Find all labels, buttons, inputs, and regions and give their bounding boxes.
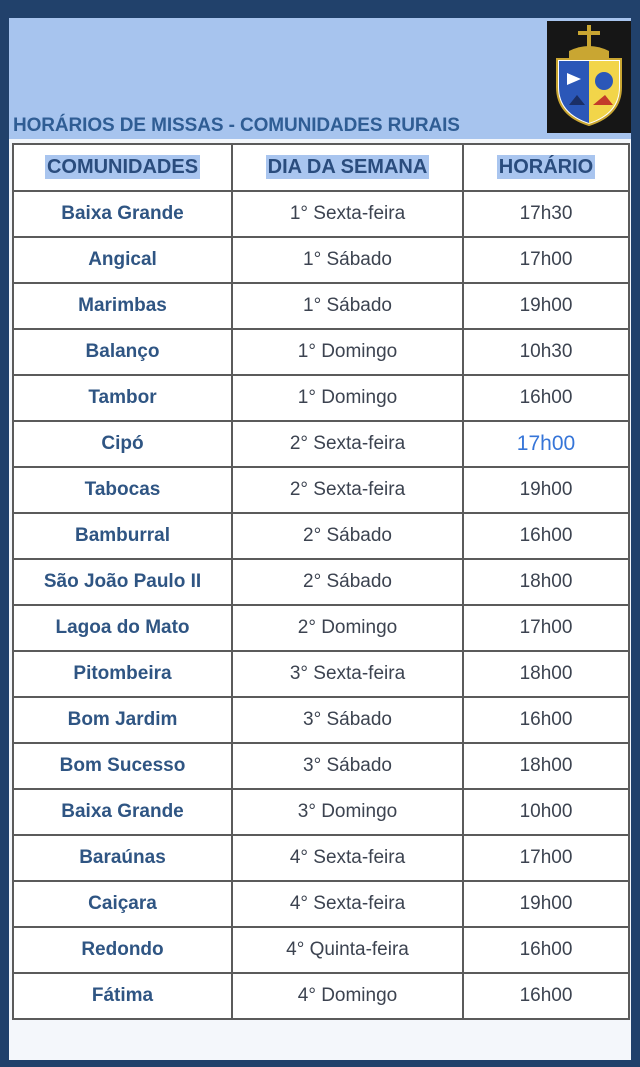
weekday-cell: 1° Domingo [231,374,464,422]
parish-coat-of-arms-icon [547,21,631,133]
weekday-cell: 4° Sexta-feira [231,834,464,882]
time-cell: 17h30 [462,190,630,238]
community-cell: Bom Jardim [12,696,233,744]
column-header-label: COMUNIDADES [44,155,201,179]
table-row: Marimbas 1° Sábado 19h00 [12,282,630,330]
weekday-cell: 2° Domingo [231,604,464,652]
weekday-cell: 1° Sexta-feira [231,190,464,238]
time-cell: 16h00 [462,696,630,744]
weekday-cell: 2° Sábado [231,512,464,560]
community-cell: São João Paulo II [12,558,233,606]
time-cell: 16h00 [462,972,630,1020]
weekday-cell: 1° Sábado [231,236,464,284]
table-row: Bom Jardim 3° Sábado 16h00 [12,696,630,744]
weekday-cell: 3° Sábado [231,742,464,790]
community-cell: Redondo [12,926,233,974]
column-header-weekday: DIA DA SEMANA [231,143,464,192]
page-title: HORÁRIOS DE MISSAS - COMUNIDADES RURAIS [13,115,460,136]
community-cell: Cipó [12,420,233,468]
table-row: Baixa Grande 1° Sexta-feira 17h30 [12,190,630,238]
weekday-cell: 4° Domingo [231,972,464,1020]
time-cell: 19h00 [462,282,630,330]
table-row: São João Paulo II 2° Sábado 18h00 [12,558,630,606]
time-cell: 10h30 [462,328,630,376]
table-row: Angical 1° Sábado 17h00 [12,236,630,284]
weekday-cell: 4° Quinta-feira [231,926,464,974]
community-cell: Baixa Grande [12,190,233,238]
time-cell: 18h00 [462,558,630,606]
weekday-cell: 2° Sábado [231,558,464,606]
table-row: Pitombeira 3° Sexta-feira 18h00 [12,650,630,698]
weekday-cell: 1° Sábado [231,282,464,330]
community-cell: Tabocas [12,466,233,514]
weekday-cell: 2° Sexta-feira [231,420,464,468]
table-row: Lagoa do Mato 2° Domingo 17h00 [12,604,630,652]
column-header-time: HORÁRIO [462,143,630,192]
weekday-cell: 3° Sábado [231,696,464,744]
header-banner: HORÁRIOS DE MISSAS - COMUNIDADES RURAIS [9,18,631,139]
time-cell: 18h00 [462,650,630,698]
time-cell: 10h00 [462,788,630,836]
table-row: Cipó 2° Sexta-feira 17h00 [12,420,630,468]
community-cell: Angical [12,236,233,284]
community-cell: Marimbas [12,282,233,330]
table-row: Fátima 4° Domingo 16h00 [12,972,630,1020]
time-cell: 18h00 [462,742,630,790]
community-cell: Tambor [12,374,233,422]
weekday-cell: 2° Sexta-feira [231,466,464,514]
table-row: Baraúnas 4° Sexta-feira 17h00 [12,834,630,882]
column-header-communities: COMUNIDADES [12,143,233,192]
table-header-row: COMUNIDADES DIA DA SEMANA HORÁRIO [12,143,630,192]
time-cell: 16h00 [462,926,630,974]
community-cell: Bom Sucesso [12,742,233,790]
time-cell: 19h00 [462,466,630,514]
time-cell: 19h00 [462,880,630,928]
table-row: Caiçara 4° Sexta-feira 19h00 [12,880,630,928]
table-row: Balanço 1° Domingo 10h30 [12,328,630,376]
time-cell: 17h00 [462,604,630,652]
table-row: Bamburral 2° Sábado 16h00 [12,512,630,560]
table-row: Tambor 1° Domingo 16h00 [12,374,630,422]
column-header-label: DIA DA SEMANA [265,155,430,179]
mass-schedule-table: COMUNIDADES DIA DA SEMANA HORÁRIO Baixa … [12,143,630,1020]
time-cell: 16h00 [462,512,630,560]
weekday-cell: 3° Sexta-feira [231,650,464,698]
community-cell: Baraúnas [12,834,233,882]
community-cell: Bamburral [12,512,233,560]
table-row: Baixa Grande 3° Domingo 10h00 [12,788,630,836]
time-cell: 17h00 [462,236,630,284]
time-cell: 17h00 [462,420,630,468]
time-cell: 17h00 [462,834,630,882]
weekday-cell: 1° Domingo [231,328,464,376]
table-row: Redondo 4° Quinta-feira 16h00 [12,926,630,974]
schedule-body: Baixa Grande 1° Sexta-feira 17h30 Angical 1°… [12,190,630,1020]
table-row: Bom Sucesso 3° Sábado 18h00 [12,742,630,790]
weekday-cell: 4° Sexta-feira [231,880,464,928]
community-cell: Balanço [12,328,233,376]
time-cell: 16h00 [462,374,630,422]
weekday-cell: 3° Domingo [231,788,464,836]
community-cell: Fátima [12,972,233,1020]
community-cell: Caiçara [12,880,233,928]
table-row: Tabocas 2° Sexta-feira 19h00 [12,466,630,514]
community-cell: Lagoa do Mato [12,604,233,652]
community-cell: Baixa Grande [12,788,233,836]
column-header-label: HORÁRIO [496,155,596,179]
schedule-card: HORÁRIOS DE MISSAS - COMUNIDADES RURAIS [9,18,631,1060]
community-cell: Pitombeira [12,650,233,698]
